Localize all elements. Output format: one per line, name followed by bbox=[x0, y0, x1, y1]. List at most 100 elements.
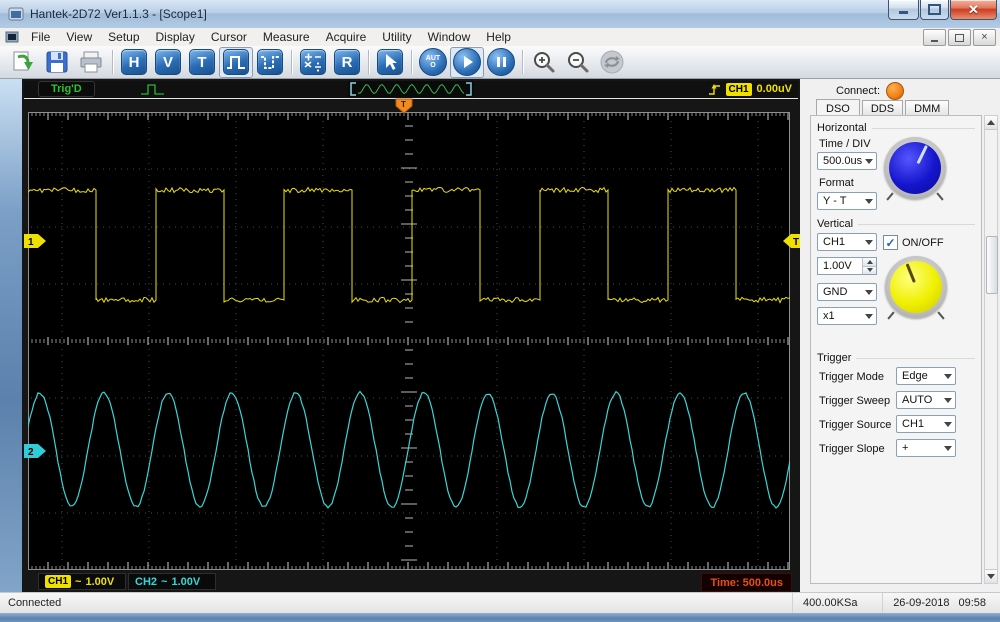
refresh-button[interactable] bbox=[595, 47, 629, 78]
menu-view[interactable]: View bbox=[58, 29, 100, 45]
coupling-value: GND bbox=[823, 286, 847, 298]
reference-button[interactable]: R bbox=[330, 47, 364, 78]
spin-down-icon[interactable] bbox=[863, 266, 876, 275]
mdi-close-button[interactable]: × bbox=[973, 29, 996, 46]
spinner-buttons[interactable] bbox=[862, 258, 876, 274]
scroll-thumb[interactable] bbox=[986, 236, 998, 294]
chevron-down-icon bbox=[862, 159, 876, 164]
toolbar-separator bbox=[368, 50, 369, 74]
run-button[interactable] bbox=[450, 47, 484, 78]
trigger-status: Trig'D bbox=[38, 81, 95, 97]
probe-select[interactable]: x1 bbox=[817, 307, 877, 325]
trigger-slope-value: + bbox=[902, 442, 908, 454]
vertical-knob[interactable] bbox=[885, 256, 947, 318]
menu-measure[interactable]: Measure bbox=[255, 29, 318, 45]
menu-display[interactable]: Display bbox=[148, 29, 203, 45]
math-button[interactable] bbox=[296, 47, 330, 78]
ch1-scale: 1.00V bbox=[85, 576, 114, 588]
vertical-system-button[interactable]: V bbox=[151, 47, 185, 78]
mdi-minimize-button[interactable] bbox=[923, 29, 946, 46]
menu-acquire[interactable]: Acquire bbox=[318, 29, 375, 45]
spin-up-icon[interactable] bbox=[863, 258, 876, 266]
probe-value: x1 bbox=[823, 310, 835, 322]
rising-pulse-button[interactable] bbox=[219, 47, 253, 78]
timebase-readout: Time: 500.0us bbox=[701, 573, 792, 592]
format-select[interactable]: Y - T bbox=[817, 192, 877, 210]
scope-footer-bar: CH1 ~ 1.00V CH2 ~ 1.00V Time: 500.0us bbox=[22, 573, 800, 590]
chevron-down-icon bbox=[941, 374, 955, 379]
time-div-value: 500.0us bbox=[823, 155, 862, 167]
trigger-source-value: CH1 bbox=[902, 418, 924, 430]
connection-status: Connected bbox=[0, 597, 792, 609]
zoom-out-icon bbox=[565, 49, 591, 75]
waveform-preview[interactable] bbox=[348, 81, 474, 97]
application-window: Hantek-2D72 Ver1.1.3 - [Scope1] ✕ File V… bbox=[0, 0, 1000, 622]
mdi-window-buttons: × bbox=[923, 29, 996, 46]
trigger-sweep-value: AUTO bbox=[902, 394, 932, 406]
ch2-level-marker[interactable]: 2 bbox=[24, 444, 48, 458]
chevron-down-icon bbox=[941, 398, 955, 403]
cursor-arrow-icon bbox=[379, 51, 401, 73]
sample-rate: 400.00KSa bbox=[792, 593, 882, 613]
r-icon: R bbox=[334, 49, 360, 75]
trigger-system-button[interactable]: T bbox=[185, 47, 219, 78]
ch2-scale: 1.00V bbox=[171, 576, 200, 588]
horizontal-system-button[interactable]: H bbox=[117, 47, 151, 78]
print-button[interactable] bbox=[74, 47, 108, 78]
volt-scale-spinner[interactable]: 1.00V bbox=[817, 257, 877, 275]
time-div-label: Time / DIV bbox=[819, 138, 871, 150]
ch1-readout: CH1 ~ 1.00V bbox=[38, 573, 126, 590]
minimize-button[interactable] bbox=[888, 0, 919, 20]
trigger-source-select[interactable]: CH1 bbox=[896, 415, 956, 433]
chevron-down-icon bbox=[941, 446, 955, 451]
ch1-level-marker[interactable]: 1 bbox=[24, 234, 48, 248]
menu-window[interactable]: Window bbox=[420, 29, 479, 45]
trigger-position-marker[interactable]: T bbox=[395, 98, 413, 114]
window-border-left bbox=[0, 79, 22, 613]
menu-cursor[interactable]: Cursor bbox=[203, 29, 255, 45]
cursor-measure-button[interactable] bbox=[373, 47, 407, 78]
zoom-in-button[interactable] bbox=[527, 47, 561, 78]
open-button[interactable] bbox=[6, 47, 40, 78]
print-icon bbox=[79, 50, 103, 74]
horizontal-knob[interactable] bbox=[884, 137, 946, 199]
toolbar-separator bbox=[291, 50, 292, 74]
scope-status-bar: Trig'D CH1 0.00uV bbox=[24, 81, 798, 99]
chevron-down-icon bbox=[862, 314, 876, 319]
graticule: T 1 2 T bbox=[28, 112, 790, 570]
menu-file[interactable]: File bbox=[23, 29, 58, 45]
mdi-restore-button[interactable] bbox=[948, 29, 971, 46]
v-icon: V bbox=[155, 49, 181, 75]
trigger-mode-select[interactable]: Edge bbox=[896, 367, 956, 385]
menu-setup[interactable]: Setup bbox=[100, 29, 147, 45]
scroll-down-button[interactable] bbox=[985, 569, 997, 583]
coupling-select[interactable]: GND bbox=[817, 283, 877, 301]
pause-icon bbox=[497, 57, 506, 67]
panel-scrollbar[interactable] bbox=[984, 115, 998, 584]
trigger-mode-label: Trigger Mode bbox=[819, 371, 884, 383]
autoset-button[interactable]: AUTO bbox=[416, 47, 450, 78]
channel-select[interactable]: CH1 bbox=[817, 233, 877, 251]
onoff-checkbox[interactable]: ✓ bbox=[883, 235, 898, 250]
maximize-button[interactable] bbox=[920, 0, 949, 20]
play-icon bbox=[464, 56, 473, 68]
menu-utility[interactable]: Utility bbox=[374, 29, 419, 45]
trigger-sweep-select[interactable]: AUTO bbox=[896, 391, 956, 409]
scroll-up-button[interactable] bbox=[985, 116, 997, 130]
status-date: 26-09-2018 bbox=[893, 597, 949, 609]
onoff-label: ON/OFF bbox=[902, 237, 944, 249]
pause-button[interactable] bbox=[484, 47, 518, 78]
zoom-out-button[interactable] bbox=[561, 47, 595, 78]
save-button[interactable] bbox=[40, 47, 74, 78]
menu-help[interactable]: Help bbox=[478, 29, 519, 45]
trigger-slope-label: Trigger Slope bbox=[819, 443, 885, 455]
format-value: Y - T bbox=[823, 195, 846, 207]
trigger-slope-select[interactable]: + bbox=[896, 439, 956, 457]
minimize-icon bbox=[899, 11, 908, 14]
time-div-select[interactable]: 500.0us bbox=[817, 152, 877, 170]
channel-value: CH1 bbox=[823, 236, 845, 248]
window-border-bottom bbox=[0, 613, 1000, 622]
scope-display-area: Trig'D CH1 0.00uV T bbox=[22, 79, 800, 592]
falling-pulse-button[interactable] bbox=[253, 47, 287, 78]
close-button[interactable]: ✕ bbox=[950, 0, 997, 20]
